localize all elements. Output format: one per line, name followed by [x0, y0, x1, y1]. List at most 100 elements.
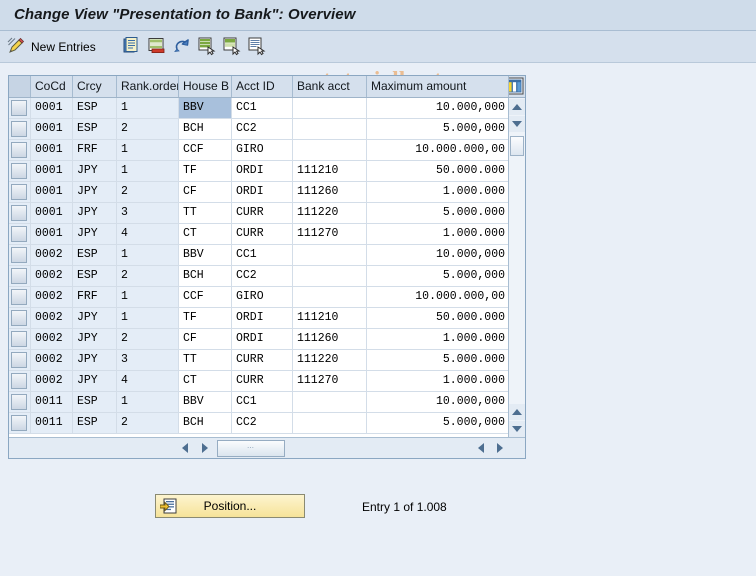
cell-cocd[interactable]: 0011	[31, 392, 73, 412]
cell-acct[interactable]: CC1	[232, 392, 293, 412]
cell-cocd[interactable]: 0002	[31, 266, 73, 286]
cell-cocd[interactable]: 0001	[31, 98, 73, 118]
cell-crcy[interactable]: ESP	[73, 245, 117, 265]
cell-house[interactable]: BBV	[179, 392, 232, 412]
cell-house[interactable]: CF	[179, 329, 232, 349]
cell-amount[interactable]: 10.000,000	[367, 98, 509, 118]
row-select-cell[interactable]	[9, 224, 31, 244]
cell-crcy[interactable]: FRF	[73, 140, 117, 160]
scroll-down-button[interactable]	[509, 116, 525, 132]
cell-bank[interactable]: 111270	[293, 371, 367, 391]
table-row[interactable]: 0001JPY3TTCURR1112205.000.000	[9, 203, 525, 224]
table-row[interactable]: 0001JPY4CTCURR1112701.000.000	[9, 224, 525, 245]
cell-rank[interactable]: 2	[117, 119, 179, 139]
row-select-cell[interactable]	[9, 119, 31, 139]
cell-acct[interactable]: GIRO	[232, 287, 293, 307]
row-select-cell[interactable]	[9, 350, 31, 370]
row-select-box[interactable]	[11, 415, 27, 431]
delete-row-icon[interactable]	[147, 36, 169, 58]
cell-cocd[interactable]: 0001	[31, 203, 73, 223]
cell-rank[interactable]: 3	[117, 350, 179, 370]
cell-cocd[interactable]: 0011	[31, 413, 73, 433]
row-select-box[interactable]	[11, 394, 27, 410]
cell-rank[interactable]: 2	[117, 413, 179, 433]
vertical-scrollbar-thumb[interactable]	[510, 136, 524, 156]
scroll-left-button[interactable]	[177, 440, 193, 456]
horizontal-scrollbar[interactable]: ⋯	[9, 437, 525, 458]
column-header-crcy[interactable]: Crcy	[73, 76, 117, 97]
cell-rank[interactable]: 2	[117, 266, 179, 286]
cell-house[interactable]: BCH	[179, 266, 232, 286]
row-select-box[interactable]	[11, 100, 27, 116]
deselect-all-icon[interactable]	[222, 36, 244, 58]
row-select-box[interactable]	[11, 142, 27, 158]
cell-cocd[interactable]: 0002	[31, 245, 73, 265]
cell-bank[interactable]	[293, 140, 367, 160]
row-select-box[interactable]	[11, 205, 27, 221]
row-select-cell[interactable]	[9, 371, 31, 391]
cell-house[interactable]: BBV	[179, 245, 232, 265]
cell-crcy[interactable]: JPY	[73, 224, 117, 244]
cell-amount[interactable]: 50.000.000	[367, 308, 509, 328]
cell-acct[interactable]: CC1	[232, 98, 293, 118]
cell-cocd[interactable]: 0002	[31, 329, 73, 349]
cell-cocd[interactable]: 0001	[31, 182, 73, 202]
table-row[interactable]: 0002JPY3TTCURR1112205.000.000	[9, 350, 525, 371]
cell-cocd[interactable]: 0002	[31, 371, 73, 391]
cell-acct[interactable]: ORDI	[232, 308, 293, 328]
row-select-box[interactable]	[11, 121, 27, 137]
table-row[interactable]: 0001FRF1CCFGIRO10.000.000,00	[9, 140, 525, 161]
cell-rank[interactable]: 4	[117, 371, 179, 391]
cell-amount[interactable]: 5.000.000	[367, 350, 509, 370]
cell-bank[interactable]	[293, 245, 367, 265]
cell-rank[interactable]: 1	[117, 287, 179, 307]
scroll-page-right-button[interactable]	[492, 440, 508, 456]
cell-house[interactable]: TT	[179, 203, 232, 223]
cell-cocd[interactable]: 0001	[31, 224, 73, 244]
cell-house[interactable]: CF	[179, 182, 232, 202]
table-row[interactable]: 0002ESP2BCHCC25.000,000	[9, 266, 525, 287]
cell-house[interactable]: TT	[179, 350, 232, 370]
row-select-box[interactable]	[11, 289, 27, 305]
cell-house[interactable]: BCH	[179, 119, 232, 139]
cell-house[interactable]: BBV	[179, 98, 232, 118]
cell-cocd[interactable]: 0001	[31, 140, 73, 160]
row-select-cell[interactable]	[9, 266, 31, 286]
cell-rank[interactable]: 1	[117, 98, 179, 118]
table-row[interactable]: 0001JPY2CFORDI1112601.000.000	[9, 182, 525, 203]
cell-house[interactable]: TF	[179, 308, 232, 328]
cell-bank[interactable]: 111210	[293, 161, 367, 181]
cell-bank[interactable]	[293, 266, 367, 286]
cell-acct[interactable]: CC1	[232, 245, 293, 265]
column-header-rank[interactable]: Rank.order	[117, 76, 179, 97]
row-select-cell[interactable]	[9, 98, 31, 118]
cell-crcy[interactable]: ESP	[73, 266, 117, 286]
table-row[interactable]: 0002ESP1BBVCC110.000,000	[9, 245, 525, 266]
new-entries-button[interactable]: New Entries	[6, 34, 96, 60]
cell-house[interactable]: CT	[179, 224, 232, 244]
row-select-box[interactable]	[11, 373, 27, 389]
row-select-box[interactable]	[11, 163, 27, 179]
cell-cocd[interactable]: 0002	[31, 308, 73, 328]
cell-acct[interactable]: ORDI	[232, 182, 293, 202]
cell-amount[interactable]: 50.000.000	[367, 161, 509, 181]
cell-bank[interactable]: 111220	[293, 350, 367, 370]
select-all-icon[interactable]	[197, 36, 219, 58]
cell-bank[interactable]: 111260	[293, 182, 367, 202]
table-row[interactable]: 0001ESP1BBVCC110.000,000	[9, 98, 525, 119]
cell-house[interactable]: CCF	[179, 140, 232, 160]
cell-rank[interactable]: 1	[117, 245, 179, 265]
row-select-box[interactable]	[11, 268, 27, 284]
table-row[interactable]: 0002JPY1TFORDI11121050.000.000	[9, 308, 525, 329]
cell-rank[interactable]: 2	[117, 182, 179, 202]
cell-amount[interactable]: 1.000.000	[367, 371, 509, 391]
cell-acct[interactable]: ORDI	[232, 329, 293, 349]
cell-crcy[interactable]: JPY	[73, 350, 117, 370]
row-select-box[interactable]	[11, 331, 27, 347]
cell-cocd[interactable]: 0002	[31, 287, 73, 307]
cell-amount[interactable]: 1.000.000	[367, 329, 509, 349]
row-select-cell[interactable]	[9, 287, 31, 307]
cell-acct[interactable]: CC2	[232, 119, 293, 139]
row-select-cell[interactable]	[9, 182, 31, 202]
cell-acct[interactable]: CC2	[232, 266, 293, 286]
